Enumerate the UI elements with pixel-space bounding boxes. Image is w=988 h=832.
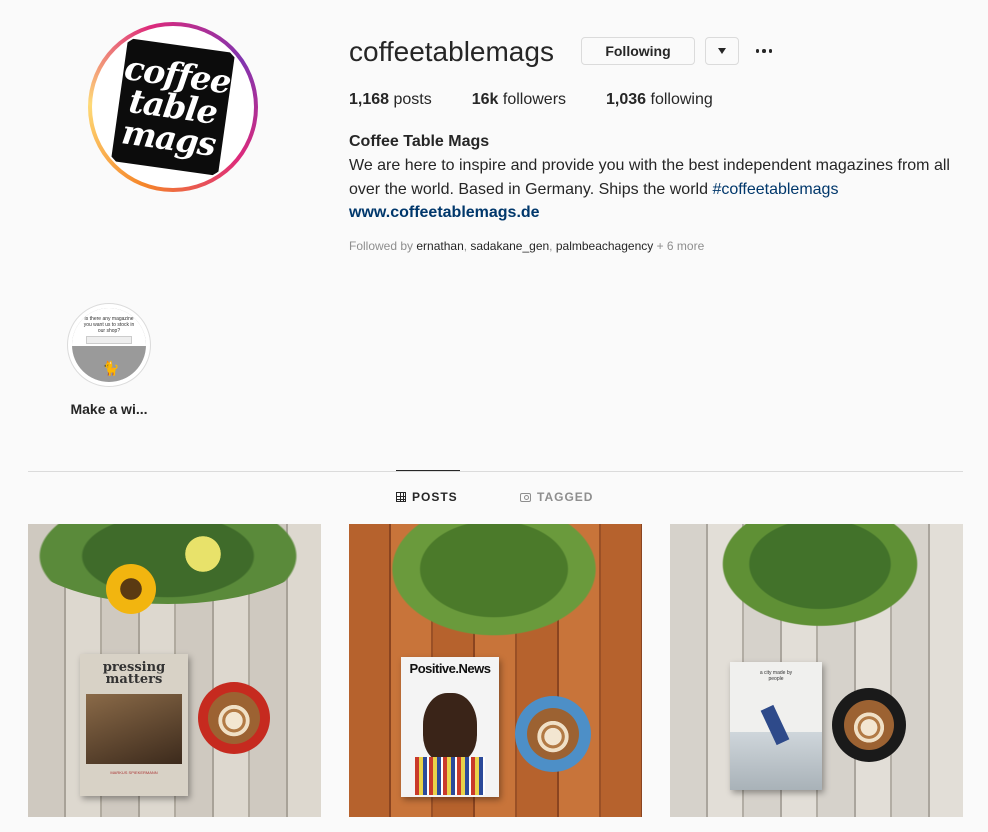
post-thumbnail[interactable]: pressing matters MARKUS SPIEKERMANN xyxy=(28,524,321,817)
latte-art xyxy=(844,700,894,750)
highlight-cover-text: Is there any magazine you want us to sto… xyxy=(83,316,135,334)
active-tab-indicator xyxy=(396,470,460,471)
flower-bouquet xyxy=(28,524,318,604)
bio-text: We are here to inspire and provide you w… xyxy=(349,157,950,198)
magazine-title: a city made by people xyxy=(759,670,793,682)
profile-bio: We are here to inspire and provide you w… xyxy=(349,154,969,202)
post-thumbnail[interactable]: Positive.News xyxy=(349,524,642,817)
bio-hashtag-link[interactable]: #coffeetablemags xyxy=(712,181,838,198)
posts-label: posts xyxy=(389,91,432,108)
profile-website-link[interactable]: www.coffeetablemags.de xyxy=(349,203,540,223)
highlight-cover: Is there any magazine you want us to sto… xyxy=(72,308,146,382)
followed-by-user[interactable]: ernathan xyxy=(416,239,463,253)
sunflower xyxy=(106,564,156,614)
latte-art xyxy=(527,708,579,760)
profile-avatar-ring[interactable]: coffee table mags xyxy=(88,22,258,192)
coffee-table-mags-logo: coffee table mags xyxy=(110,38,236,176)
profile-stats: 1,168 posts 16k followers 1,036 followin… xyxy=(349,90,753,110)
following-stat[interactable]: 1,036 following xyxy=(606,90,713,110)
more-options-icon xyxy=(755,49,760,53)
followed-by-user[interactable]: sadakane_gen xyxy=(470,239,549,253)
more-options-button[interactable] xyxy=(752,40,776,62)
jade-plant xyxy=(710,524,930,634)
tabs-divider xyxy=(28,471,963,472)
magazine-subtitle: MARKUS SPIEKERMANN xyxy=(110,770,158,775)
highlight-label[interactable]: Make a wi... xyxy=(59,400,159,418)
followers-label: followers xyxy=(498,91,567,108)
followed-by-more[interactable]: + 6 more xyxy=(653,239,705,253)
tab-tagged[interactable]: TAGGED xyxy=(520,490,593,504)
magazine-title: pressing matters xyxy=(80,661,188,687)
magazine-positive-news: Positive.News xyxy=(401,657,499,797)
followers-stat[interactable]: 16k followers xyxy=(472,90,566,110)
following-button[interactable]: Following xyxy=(581,37,695,65)
magazine-a-city-made-by-people: a city made by people xyxy=(730,662,822,790)
latte-art xyxy=(208,692,260,744)
grid-icon xyxy=(396,492,406,502)
magazine-title: Positive.News xyxy=(409,661,491,676)
magazine-pressing-matters: pressing matters MARKUS SPIEKERMANN xyxy=(80,654,188,796)
logo-line-3: mags xyxy=(119,112,218,165)
profile-full-name: Coffee Table Mags xyxy=(349,133,490,150)
yellow-flower xyxy=(178,534,228,574)
profile-avatar[interactable]: coffee table mags xyxy=(94,28,252,186)
suggested-dropdown-button[interactable] xyxy=(705,37,739,65)
following-label: following xyxy=(646,91,713,108)
magazine-cover-beads xyxy=(415,757,485,795)
tab-tagged-label: TAGGED xyxy=(537,490,594,504)
cat-sticker-icon: 🐈 xyxy=(102,360,120,376)
jade-plant xyxy=(379,524,609,644)
tab-posts-label: POSTS xyxy=(412,490,458,504)
profile-username: coffeetablemags xyxy=(349,36,554,67)
tab-posts[interactable]: POSTS xyxy=(396,490,458,504)
followed-by[interactable]: Followed by ernathan, sadakane_gen, palm… xyxy=(349,238,704,254)
tag-icon xyxy=(520,492,531,502)
highlight-make-a-wish[interactable]: Is there any magazine you want us to sto… xyxy=(67,303,151,387)
highlight-cover-field xyxy=(86,336,132,344)
posts-stat: 1,168 posts xyxy=(349,90,432,110)
following-count: 1,036 xyxy=(606,91,647,108)
followed-by-prefix: Followed by xyxy=(349,239,417,253)
more-options-icon xyxy=(768,49,773,53)
magazine-title-line-2: matters xyxy=(105,672,163,687)
followed-by-user[interactable]: palmbeachagency xyxy=(556,239,653,253)
posts-count: 1,168 xyxy=(349,91,390,108)
more-options-icon xyxy=(762,49,766,53)
chevron-down-icon xyxy=(718,48,726,54)
magazine-cover-portrait xyxy=(423,693,477,763)
followers-count: 16k xyxy=(471,91,499,108)
magazine-cover-photo xyxy=(86,694,182,764)
post-thumbnail[interactable]: a city made by people xyxy=(670,524,963,817)
